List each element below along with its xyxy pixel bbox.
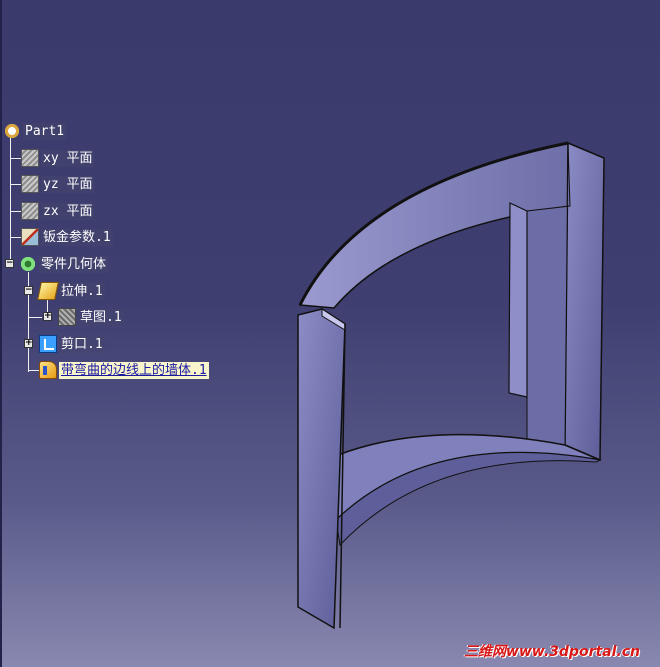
tree-node-cutout[interactable]: 剪口.1 [39,334,105,354]
collapse-toggle[interactable]: − [5,259,14,268]
expand-toggle[interactable]: + [43,312,52,321]
specification-tree[interactable]: Part1 xy 平面 yz 平面 zx 平面 钣金参数.1 − 零件几何体 −… [0,120,270,380]
tree-connector [28,317,42,318]
plane-icon [21,149,39,167]
right-flange[interactable] [564,141,605,462]
right-inner-return [508,202,528,398]
tree-node-label: 钣金参数.1 [41,228,113,246]
tree-node-label: 拉伸.1 [59,282,105,300]
expand-toggle[interactable]: + [24,339,33,348]
tree-node-extrude[interactable]: 拉伸.1 [37,281,105,301]
3d-viewport[interactable]: Part1 xy 平面 yz 平面 zx 平面 钣金参数.1 − 零件几何体 −… [0,0,660,667]
tree-node-sketch[interactable]: 草图.1 [58,307,124,327]
left-flange[interactable] [297,308,346,630]
tree-node-zx-plane[interactable]: zx 平面 [21,201,95,221]
body-icon [19,255,37,273]
tree-node-label: zx 平面 [41,202,95,220]
tree-node-label: 剪口.1 [59,335,105,353]
tree-node-label: yz 平面 [41,175,95,193]
extrude-icon [37,282,59,300]
tree-node-label: 零件几何体 [39,255,109,273]
tree-node-label: 草图.1 [78,308,124,326]
tree-node-label: xy 平面 [41,149,95,167]
tree-node-part-body[interactable]: 零件几何体 [19,254,109,274]
tree-node-xy-plane[interactable]: xy 平面 [21,148,95,168]
tree-node-yz-plane[interactable]: yz 平面 [21,174,95,194]
tree-node-wall-on-edge[interactable]: 带弯曲的边线上的墙体.1 [39,360,209,380]
watermark: 三维网www.3dportal.cn [463,644,640,660]
collapse-toggle[interactable]: − [24,286,33,295]
sketch-icon [58,308,76,326]
wall-on-edge-icon [39,361,57,379]
sheetmetal-params-icon [21,228,39,246]
tree-node-sheetmetal-params[interactable]: 钣金参数.1 [21,227,113,247]
tree-node-label-selected: 带弯曲的边线上的墙体.1 [59,361,209,379]
plane-icon [21,202,39,220]
plane-icon [21,175,39,193]
tree-node-label: Part1 [23,122,67,140]
tree-node-part1[interactable]: Part1 [3,121,67,141]
part-icon [3,122,21,140]
cutout-icon [39,335,57,353]
